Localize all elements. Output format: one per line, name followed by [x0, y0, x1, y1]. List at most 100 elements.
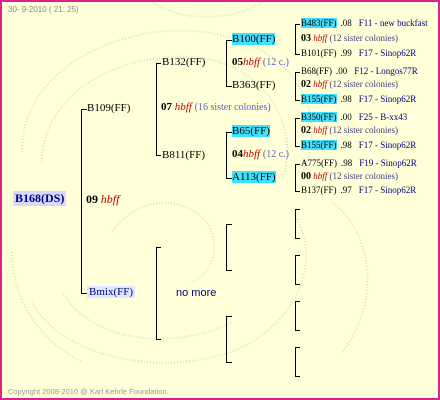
connector-line	[156, 63, 161, 64]
root-generation-info: 09 hbff	[86, 192, 119, 207]
connector-line	[295, 209, 296, 238]
generation-code: hbff	[313, 33, 328, 43]
ancestor-source: F11 - new buckfast	[358, 18, 428, 28]
connector-line	[295, 54, 300, 55]
connector-line	[295, 347, 296, 376]
connector-line	[295, 146, 300, 147]
generation-code: hbff	[174, 101, 192, 113]
connector-line	[156, 247, 161, 248]
connector-line	[226, 316, 232, 317]
connector-line	[295, 118, 296, 147]
ancestor-value: .99	[340, 48, 352, 58]
connector-line	[156, 155, 161, 156]
ancestor-label[interactable]: B68(FF)	[301, 66, 332, 76]
gen4-info-3: 02 hbff (12 sister colonies)	[301, 125, 398, 136]
connector-line	[295, 72, 296, 101]
connector-line	[226, 224, 227, 270]
no-more-label: no more	[176, 287, 217, 299]
connector-line	[295, 330, 300, 331]
connector-line	[295, 24, 296, 54]
ancestor-label[interactable]: B155(FF)	[301, 94, 337, 104]
connector-line	[295, 164, 300, 165]
ancestor-row-6[interactable]: B155(FF) .98 F17 - Sinop62R	[301, 140, 416, 150]
ancestor-source: F17 - Sinop62R	[358, 140, 417, 150]
connector-line	[295, 347, 300, 348]
ancestor-label[interactable]: B137(FF)	[301, 185, 337, 195]
ancestor-label[interactable]: A775(FF)	[301, 158, 337, 168]
great-grandparent-2[interactable]: B363(FF)	[232, 79, 275, 91]
pedigree-frame: 30- 9-2010 ( 21: 25) Copyright 2008-2010…	[0, 0, 440, 400]
connector-line	[295, 376, 300, 377]
connector-line	[295, 100, 300, 101]
connector-line	[81, 109, 82, 294]
ancestor-row-1[interactable]: B483(FF) .08 F11 - new buckfast	[301, 18, 428, 28]
connector-line	[295, 118, 300, 119]
generation-number: 02	[301, 125, 311, 136]
generation-code: hbff	[100, 192, 120, 206]
sister-colonies-count: (12 c.)	[262, 57, 289, 68]
connector-line	[295, 191, 300, 192]
great-grandparent-1[interactable]: B100(FF)	[232, 33, 276, 45]
sister-colonies-count: (12 sister colonies)	[329, 125, 398, 135]
print-date: 30- 9-2010 ( 21: 25)	[8, 5, 79, 14]
ancestor-source: F25 - B-xx43	[358, 112, 408, 122]
connector-line	[295, 209, 300, 210]
ancestor-value: .98	[341, 158, 353, 168]
connector-line	[295, 72, 300, 73]
root-queen[interactable]: B168(DS)	[13, 191, 67, 206]
ancestor-source: F17 - Sinop62R	[358, 185, 417, 195]
ancestor-row-2[interactable]: B101(FF) .99 F17 - Sinop62R	[301, 48, 416, 58]
connector-line	[226, 132, 227, 179]
ancestor-label[interactable]: B483(FF)	[301, 18, 337, 28]
ancestor-row-3[interactable]: B68(FF) .00 F12 - Longos77R	[301, 66, 418, 76]
ancestor-source: F19 - Sinop62R	[359, 158, 417, 168]
ancestor-row-5[interactable]: B350(FF) .00 F25 - B-xx43	[301, 112, 407, 122]
parent-upper[interactable]: B109(FF)	[87, 102, 130, 114]
ancestor-row-7[interactable]: A775(FF) .98 F19 - Sinop62R	[301, 158, 417, 168]
generation-number: 03	[301, 33, 311, 44]
ancestor-value: .08	[340, 18, 352, 28]
connector-line	[295, 255, 300, 256]
grandparent-lower-generation-info: 04hbff (12 c.)	[232, 148, 289, 160]
generation-number: 09	[86, 192, 98, 206]
generation-number: 05	[232, 56, 243, 68]
connector-line	[226, 362, 232, 363]
sister-colonies-count: (16 sister colonies)	[194, 102, 271, 113]
generation-code: hbff	[243, 56, 261, 68]
connector-line	[226, 40, 227, 87]
grandparent-lower[interactable]: B811(FF)	[162, 149, 205, 161]
ancestor-value: .97	[340, 185, 352, 195]
ancestor-source: F12 - Longos77R	[354, 66, 418, 76]
sister-colonies-count: (12 sister colonies)	[329, 79, 398, 89]
copyright-note: Copyright 2008-2010 @ Karl Kehrle Founda…	[8, 387, 169, 396]
generation-number: 04	[232, 148, 243, 160]
connector-line	[156, 63, 157, 156]
ancestor-source: F17 - Sinop62R	[358, 94, 417, 104]
generation-code: hbff	[313, 171, 328, 181]
sister-colonies-count: (12 sister colonies)	[329, 171, 398, 181]
ancestor-source: F17 - Sinop62R	[358, 48, 417, 58]
connector-line	[295, 301, 300, 302]
connector-line	[295, 255, 296, 284]
ancestor-row-8[interactable]: B137(FF) .97 F17 - Sinop62R	[301, 185, 416, 195]
ancestor-row-4[interactable]: B155(FF) .98 F17 - Sinop62R	[301, 94, 416, 104]
ancestor-value: .00	[340, 112, 352, 122]
ancestor-label[interactable]: B155(FF)	[301, 140, 337, 150]
great-grandparent-3[interactable]: B65(FF)	[232, 125, 270, 137]
great-grandparent-4[interactable]: A113(FF)	[232, 171, 276, 183]
ancestor-value: .98	[340, 140, 352, 150]
generation-number: 02	[301, 79, 311, 90]
generation-number: 07	[161, 101, 172, 113]
grandparent-upper[interactable]: B132(FF)	[162, 56, 205, 68]
generation-number: 00	[301, 171, 311, 182]
connector-line	[156, 339, 161, 340]
sister-colonies-count: (12 c.)	[262, 149, 289, 160]
gen4-info-1: 03 hbff (12 sister colonies)	[301, 33, 398, 44]
ancestor-label[interactable]: B101(FF)	[301, 48, 337, 58]
ancestor-label[interactable]: B350(FF)	[301, 112, 337, 122]
gen4-info-2: 02 hbff (12 sister colonies)	[301, 79, 398, 90]
parent-lower[interactable]: Bmix(FF)	[87, 286, 136, 298]
generation-code: hbff	[313, 79, 328, 89]
gen4-info-4: 00 hbff (12 sister colonies)	[301, 171, 398, 182]
connector-line	[226, 270, 232, 271]
